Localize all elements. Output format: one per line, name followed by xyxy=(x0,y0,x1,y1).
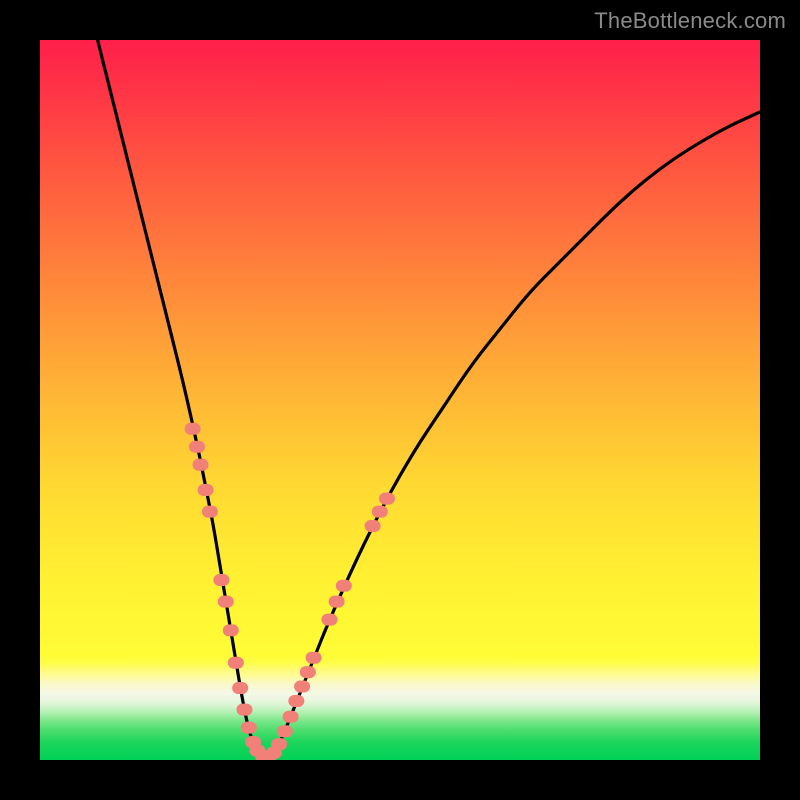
chart-frame: TheBottleneck.com xyxy=(0,0,800,800)
watermark-text: TheBottleneck.com xyxy=(594,8,786,34)
highlight-dot xyxy=(218,596,234,608)
highlight-dots xyxy=(185,423,395,760)
highlight-dot xyxy=(300,666,316,678)
highlight-dot xyxy=(232,682,248,694)
highlight-dot xyxy=(306,652,322,664)
highlight-dot xyxy=(288,695,304,707)
highlight-dot xyxy=(379,493,395,505)
highlight-dot xyxy=(228,657,244,669)
highlight-dot xyxy=(223,624,239,636)
highlight-dot xyxy=(294,681,310,693)
highlight-dot xyxy=(329,596,345,608)
highlight-dot xyxy=(365,520,381,532)
highlight-dot xyxy=(236,704,252,716)
highlight-dot xyxy=(202,506,218,518)
highlight-dot xyxy=(241,722,257,734)
highlight-dot xyxy=(213,574,229,586)
highlight-dot xyxy=(336,580,352,592)
highlight-dot xyxy=(189,441,205,453)
highlight-dot xyxy=(185,423,201,435)
highlight-dot xyxy=(372,506,388,518)
highlight-dot xyxy=(283,711,299,723)
plot-area xyxy=(40,40,760,760)
highlight-dot xyxy=(193,459,209,471)
highlight-dot xyxy=(271,738,287,750)
highlight-dot xyxy=(198,484,214,496)
chart-svg xyxy=(40,40,760,760)
bottleneck-curve xyxy=(98,40,760,758)
highlight-dot xyxy=(321,614,337,626)
highlight-dot xyxy=(277,725,293,737)
